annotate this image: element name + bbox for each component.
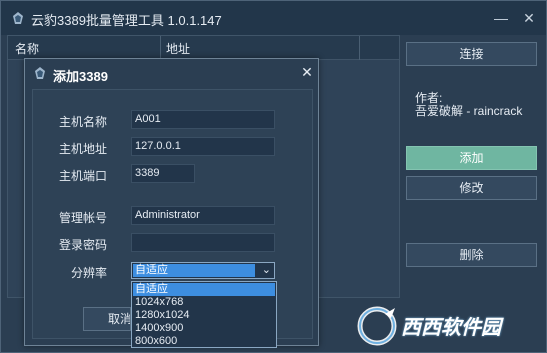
- connect-button[interactable]: 连接: [406, 42, 537, 66]
- column-header-name[interactable]: 名称: [15, 40, 39, 57]
- column-divider[interactable]: [359, 36, 360, 60]
- close-button[interactable]: ✕: [520, 9, 538, 27]
- resolution-option[interactable]: 1024x768: [133, 296, 275, 309]
- author-name: 吾爱破解 - raincrack: [415, 104, 523, 118]
- resolution-option[interactable]: 1280x1024: [133, 309, 275, 322]
- edit-button[interactable]: 修改: [406, 176, 537, 200]
- resolution-select[interactable]: 自适应 ⌄: [131, 262, 275, 279]
- host-port-label: 主机端口: [59, 169, 108, 183]
- column-divider[interactable]: [160, 36, 161, 60]
- password-input[interactable]: [131, 233, 275, 252]
- dialog-close-button[interactable]: ✕: [299, 64, 315, 80]
- dialog-title: 添加3389: [53, 69, 108, 84]
- host-port-input[interactable]: 3389: [131, 164, 195, 183]
- host-address-label: 主机地址: [59, 142, 108, 156]
- list-header: 名称 地址: [8, 36, 399, 60]
- watermark-emblem-icon: [357, 306, 397, 346]
- password-label: 登录密码: [59, 238, 108, 252]
- dialog-title-bar[interactable]: 添加3389 ✕: [25, 59, 318, 87]
- chevron-down-icon[interactable]: ⌄: [262, 263, 271, 278]
- app-logo-icon: [35, 67, 45, 79]
- title-bar[interactable]: 云豹3389批量管理工具 1.0.1.147 — ✕: [1, 1, 546, 35]
- host-name-label: 主机名称: [59, 115, 108, 129]
- minimize-button[interactable]: —: [492, 9, 510, 27]
- app-logo-icon: [13, 12, 23, 24]
- add-button[interactable]: 添加: [406, 146, 537, 170]
- account-label: 管理帐号: [59, 211, 108, 225]
- delete-button[interactable]: 删除: [406, 243, 537, 267]
- resolution-dropdown-list[interactable]: 自适应 1024x768 1280x1024 1400x900 800x600: [131, 281, 277, 348]
- resolution-option[interactable]: 800x600: [133, 335, 275, 348]
- host-address-input[interactable]: 127.0.0.1: [131, 137, 275, 156]
- host-name-input[interactable]: A001: [131, 110, 275, 129]
- account-input[interactable]: Administrator: [131, 206, 275, 225]
- resolution-label: 分辨率: [71, 266, 108, 280]
- resolution-option[interactable]: 1400x900: [133, 322, 275, 335]
- resolution-option[interactable]: 自适应: [133, 283, 275, 296]
- resolution-selected-value: 自适应: [133, 264, 255, 277]
- cancel-button[interactable]: 取消: [83, 307, 131, 331]
- watermark-text: 西西软件园: [401, 317, 501, 339]
- column-header-address[interactable]: 地址: [166, 40, 190, 57]
- app-title: 云豹3389批量管理工具 1.0.1.147: [31, 13, 222, 28]
- watermark-logo: 西西软件园: [355, 304, 533, 348]
